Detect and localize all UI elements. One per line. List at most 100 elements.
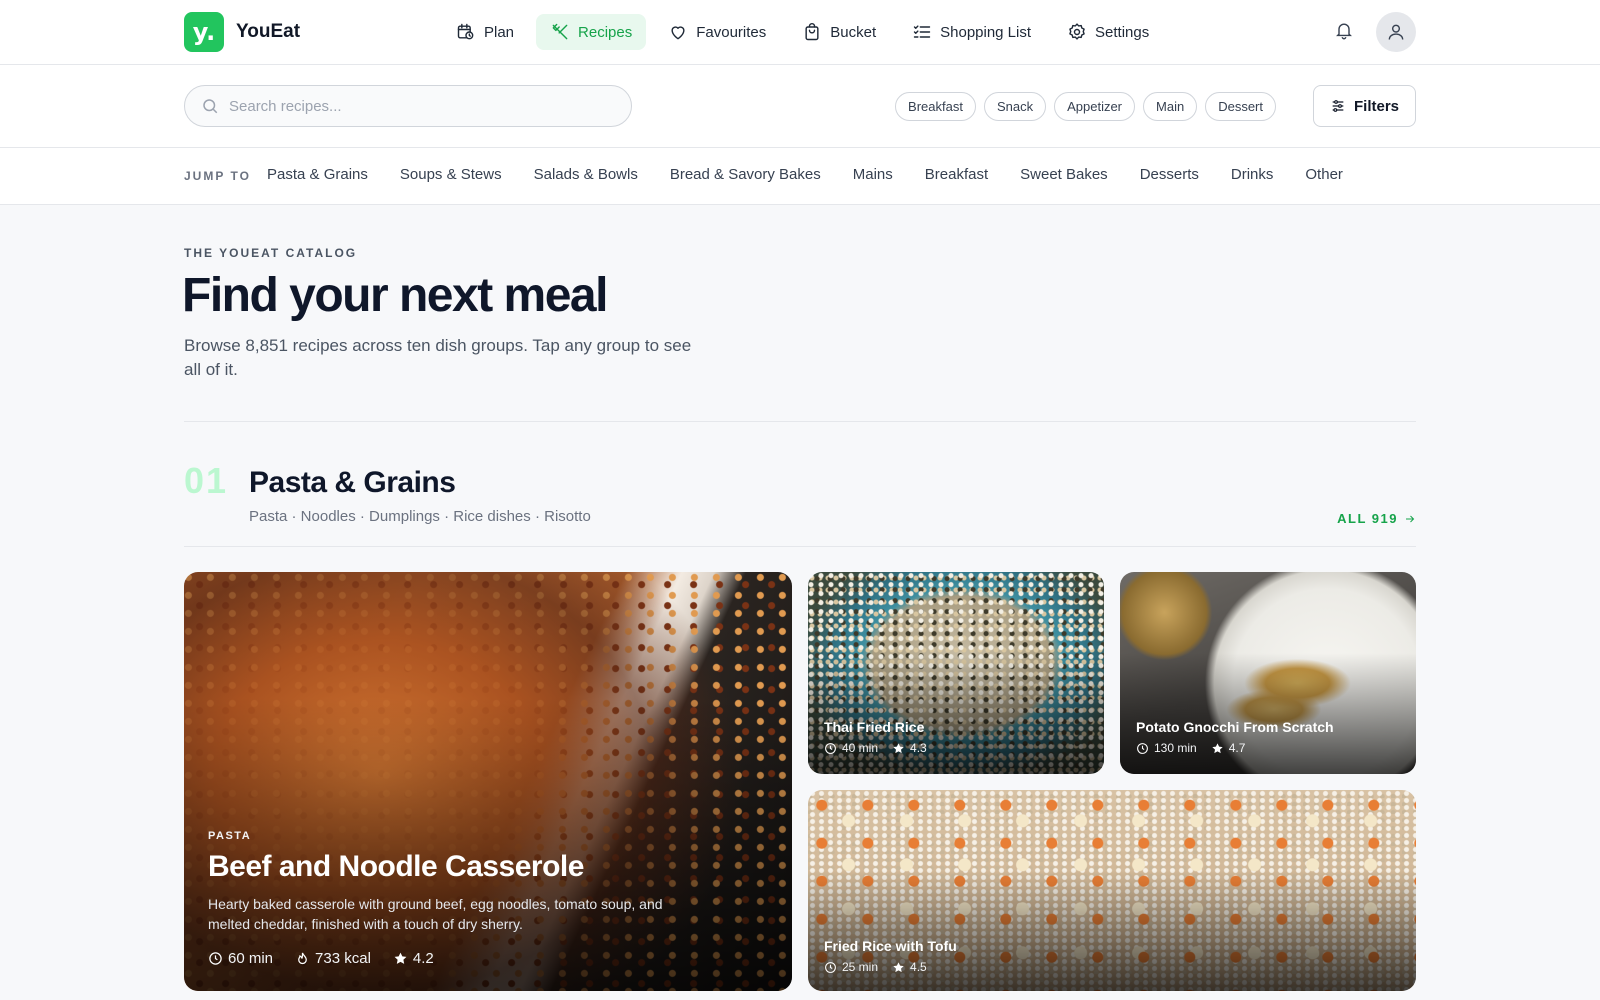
clock-icon (825, 961, 836, 973)
clock-icon (209, 952, 222, 965)
recipe-title: Beef and Noodle Casserole (208, 850, 584, 883)
nav-item-settings[interactable]: Settings (1053, 14, 1163, 50)
bell-icon (1336, 23, 1352, 39)
checklist-icon (913, 25, 931, 38)
star-icon (893, 961, 904, 972)
image-overlay (1120, 652, 1416, 774)
heart-icon (671, 26, 685, 40)
chip-dessert[interactable]: Dessert (1205, 92, 1276, 121)
section-subtitle: Pasta · Noodles · Dumplings · Rice dishe… (249, 508, 591, 525)
divider (184, 546, 1416, 547)
nav-item-bucket[interactable]: Bucket (788, 14, 890, 50)
chip-breakfast[interactable]: Breakfast (895, 92, 976, 121)
clock-icon (1137, 742, 1148, 754)
rating-meta: 4.7 (1211, 741, 1246, 755)
nav-label: Settings (1095, 23, 1150, 41)
time-value: 130 min (1154, 741, 1197, 755)
jump-link-pasta-grains[interactable]: Pasta & Grains (267, 166, 368, 183)
user-icon (1388, 24, 1404, 40)
see-all-label: ALL 919 (1337, 511, 1398, 526)
jump-link-drinks[interactable]: Drinks (1231, 166, 1274, 183)
chip-snack[interactable]: Snack (983, 92, 1047, 121)
brand[interactable]: y. YouEat (184, 12, 300, 52)
top-navbar: y. YouEat Plan Recipes Favourites Bucket… (0, 0, 1600, 65)
time-meta: 25 min (824, 960, 878, 974)
shopping-bag-icon (805, 22, 819, 41)
rating-value: 4.7 (1228, 741, 1246, 755)
jump-to-bar: JUMP TO Pasta & Grains Soups & Stews Sal… (0, 148, 1600, 205)
filters-button[interactable]: Filters (1312, 85, 1416, 127)
nav-item-recipes[interactable]: Recipes (536, 14, 647, 50)
jump-to-links: Pasta & Grains Soups & Stews Salads & Bo… (267, 166, 1343, 183)
recipe-meta: 60 min 733 kcal 4.2 (208, 950, 434, 967)
rating-meta: 4.5 (892, 960, 927, 974)
jump-link-salads-bowls[interactable]: Salads & Bowls (534, 166, 638, 183)
jump-link-bread-savory-bakes[interactable]: Bread & Savory Bakes (670, 166, 821, 183)
profile-avatar-button[interactable] (1376, 12, 1416, 52)
rating-value: 4.5 (910, 960, 927, 974)
jump-link-soups-stews[interactable]: Soups & Stews (400, 166, 502, 183)
jump-link-breakfast[interactable]: Breakfast (925, 166, 988, 183)
page-title: Find your next meal (182, 269, 608, 322)
jump-link-desserts[interactable]: Desserts (1140, 166, 1199, 183)
app-logo: y. (184, 12, 224, 52)
page-subtitle: Browse 8,851 recipes across ten dish gro… (184, 336, 692, 379)
jump-link-sweet-bakes[interactable]: Sweet Bakes (1020, 166, 1108, 183)
filters-label: Filters (1353, 97, 1399, 115)
flame-icon (298, 952, 307, 965)
recipe-title: Fried Rice with Tofu (824, 938, 957, 954)
divider (184, 421, 1416, 422)
recipe-meta: 130 min 4.7 (1136, 741, 1245, 755)
rating-value: 4.2 (412, 950, 434, 967)
top-right-actions (1334, 12, 1416, 52)
recipe-card[interactable]: Potato Gnocchi From Scratch 130 min 4.7 (1120, 572, 1416, 774)
main-nav: Plan Recipes Favourites Bucket Shopping … (442, 14, 1163, 50)
recipe-meta: 25 min 4.5 (824, 960, 927, 974)
time-meta: 130 min (1136, 741, 1197, 755)
jump-link-mains[interactable]: Mains (853, 166, 893, 183)
jump-to-label: JUMP TO (184, 169, 251, 183)
chip-main[interactable]: Main (1143, 92, 1198, 121)
star-icon (1212, 742, 1223, 753)
kcal-meta: 733 kcal (295, 950, 371, 967)
app-name: YouEat (236, 21, 301, 42)
kcal-value: 733 kcal (315, 950, 371, 967)
catalog-eyebrow: THE YOUEAT CATALOG (184, 246, 358, 260)
image-overlay (184, 697, 792, 991)
nav-item-shopping-list[interactable]: Shopping List (898, 14, 1045, 50)
rating-value: 4.3 (910, 741, 927, 755)
recipe-meta: 40 min 4.3 (824, 741, 927, 755)
time-value: 60 min (228, 950, 274, 967)
nav-item-plan[interactable]: Plan (442, 14, 528, 50)
time-meta: 60 min (208, 950, 273, 967)
nav-item-favourites[interactable]: Favourites (654, 14, 780, 50)
nav-label: Favourites (696, 23, 767, 41)
section-number: 01 (184, 460, 229, 501)
search-input[interactable] (229, 97, 609, 115)
recipe-card[interactable]: Thai Fried Rice 40 min 4.3 (808, 572, 1104, 774)
nav-label: Bucket (830, 23, 877, 41)
search-toolbar: Breakfast Snack Appetizer Main Dessert F… (0, 65, 1600, 148)
nav-label: Recipes (578, 23, 633, 41)
nav-label: Shopping List (940, 23, 1032, 41)
search-box[interactable] (184, 85, 632, 127)
time-value: 25 min (842, 960, 879, 974)
section-title: Pasta & Grains (249, 466, 456, 499)
star-icon (394, 952, 407, 964)
recipe-title: Thai Fried Rice (824, 719, 925, 735)
rating-meta: 4.3 (892, 741, 927, 755)
recipe-card[interactable]: Fried Rice with Tofu 25 min 4.5 (808, 790, 1416, 991)
meal-type-chips: Breakfast Snack Appetizer Main Dessert (895, 92, 1276, 121)
section-see-all-link[interactable]: ALL 919 (1337, 511, 1416, 526)
featured-recipe-card[interactable]: PASTA Beef and Noodle Casserole Hearty b… (184, 572, 792, 991)
chip-appetizer[interactable]: Appetizer (1054, 92, 1136, 121)
calendar-clock-icon (457, 23, 474, 40)
utensils-icon (552, 23, 568, 40)
recipe-category: PASTA (208, 830, 252, 842)
image-overlay (808, 652, 1104, 774)
star-icon (893, 742, 904, 753)
nav-label: Plan (484, 23, 515, 41)
notifications-button[interactable] (1334, 20, 1354, 45)
rating-meta: 4.2 (393, 950, 434, 967)
jump-link-other[interactable]: Other (1305, 166, 1343, 183)
